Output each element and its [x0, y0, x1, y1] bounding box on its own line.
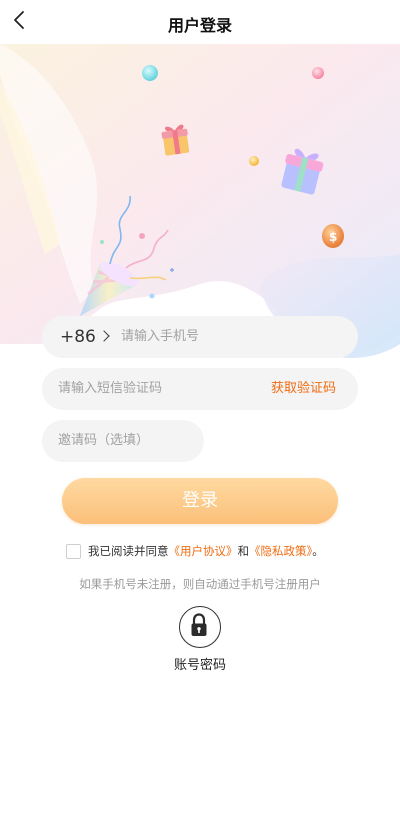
agreement-text: 我已阅读并同意《用户协议》和《隐私政策》。: [88, 544, 324, 558]
phone-placeholder[interactable]: 请输入手机号: [121, 316, 199, 358]
get-code-button[interactable]: 获取验证码: [271, 368, 336, 410]
agreement-and: 和: [237, 544, 250, 558]
page-title: 用户登录: [167, 16, 232, 35]
agreement-suffix: 。: [312, 544, 324, 558]
lock-icon: [191, 612, 206, 636]
agreement-prefix: 我已阅读并同意: [88, 544, 169, 558]
sms-code-placeholder[interactable]: 请输入短信验证码: [58, 368, 162, 410]
sms-code-input-row[interactable]: 请输入短信验证码 获取验证码: [42, 368, 358, 410]
phone-input-row[interactable]: +86 请输入手机号: [42, 316, 358, 358]
country-code-selector[interactable]: +86: [60, 316, 110, 358]
agreement-checkbox[interactable]: [66, 544, 81, 559]
country-code: +86: [60, 327, 96, 347]
invite-code-placeholder[interactable]: 邀请码（选填）: [58, 420, 149, 462]
chevron-right-icon: [98, 330, 110, 342]
svg-text:$: $: [329, 230, 337, 244]
invite-code-input-row[interactable]: 邀请码（选填）: [42, 420, 204, 462]
header-bar: 用户登录: [0, 0, 400, 44]
user-agreement-link[interactable]: 《用户协议》: [169, 544, 238, 558]
password-login-label: 账号密码: [173, 658, 226, 673]
lock-icon-circle: [179, 606, 221, 648]
login-button[interactable]: 登录: [62, 478, 338, 524]
register-hint: 如果手机号未注册，则自动通过手机号注册用户: [79, 577, 321, 591]
password-login-button[interactable]: 账号密码: [160, 606, 240, 676]
privacy-policy-link[interactable]: 《隐私政策》: [249, 544, 312, 558]
